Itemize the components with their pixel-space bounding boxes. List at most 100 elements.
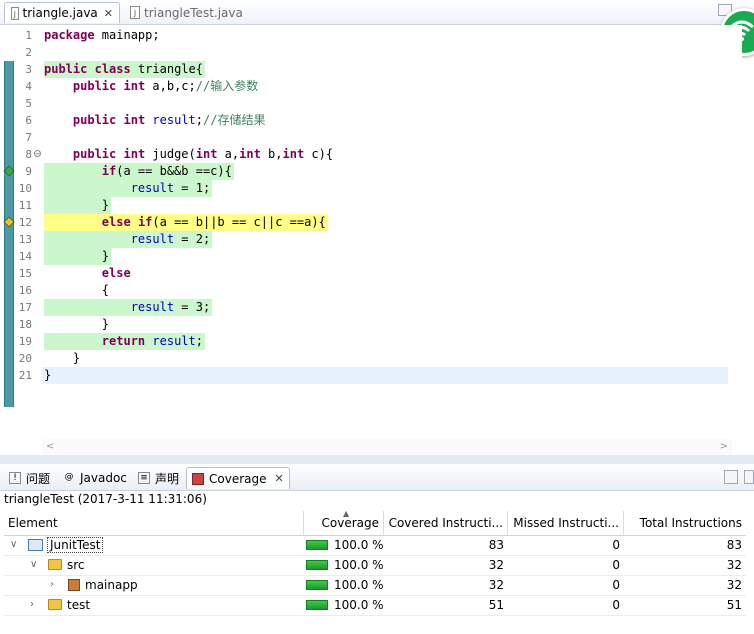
element-cell: src [48, 555, 85, 575]
close-icon[interactable]: ✕ [104, 7, 113, 20]
code-line[interactable]: 17 result = 3; [0, 299, 742, 316]
line-number: 19 [18, 335, 32, 348]
code-line[interactable]: 12 else if(a == b||b == c||c ==a){ [0, 214, 742, 231]
tab-triangle-java[interactable]: J triangle.java ✕ [4, 2, 120, 23]
code-text: } [44, 368, 52, 382]
line-number: 15 [18, 267, 32, 280]
code-line[interactable]: 4 public int a,b,c;//输入参数 [0, 78, 742, 95]
collapse-icon[interactable]: ∨ [30, 555, 37, 575]
code-text: public class triangle{ [44, 61, 205, 78]
expand-icon[interactable]: › [30, 595, 34, 615]
line-number: 16 [18, 284, 32, 297]
total-cell: 32 [726, 578, 742, 592]
tab-coverage[interactable]: Coverage ✕ [186, 467, 290, 489]
source-folder-icon [48, 559, 62, 570]
line-number: 21 [18, 369, 32, 382]
tab-declaration[interactable]: ≡ 声明 [133, 467, 184, 489]
tab-label: Javadoc [80, 471, 127, 485]
table-row[interactable]: ∨ JunitTest 100.0 % 83 0 83 [4, 535, 746, 556]
line-number: 8 [25, 148, 32, 161]
scroll-right-icon[interactable]: > [720, 441, 728, 452]
expand-icon[interactable]: › [50, 575, 54, 595]
scroll-left-icon[interactable]: < [46, 441, 54, 452]
code-text: } [44, 351, 81, 365]
coverage-icon [192, 472, 204, 485]
code-line[interactable]: 3 public class triangle{ [0, 61, 742, 78]
coverage-value: 100.0 % [334, 558, 384, 572]
code-line[interactable]: 14 } [0, 248, 742, 265]
package-icon [68, 579, 80, 591]
line-number: 10 [18, 182, 32, 195]
tab-label: triangleTest.java [144, 5, 243, 20]
covered-cell: 51 [488, 598, 504, 612]
tab-triangletest-java[interactable]: J triangleTest.java [124, 2, 254, 23]
column-header-covered[interactable]: Covered Instructi... [384, 511, 508, 535]
tab-problems[interactable]: ! 问题 [4, 467, 55, 489]
code-line[interactable]: 1 package mainapp; [0, 27, 742, 44]
code-line[interactable]: 10 result = 1; [0, 180, 742, 197]
java-file-icon: J [130, 6, 140, 19]
collapse-icon[interactable]: ∨ [10, 535, 17, 555]
code-text: } [44, 197, 112, 214]
total-cell: 83 [726, 538, 742, 552]
missed-cell: 0 [612, 538, 620, 552]
code-line[interactable]: 8− public int judge(int a,int b,int c){ [0, 146, 742, 163]
coverage-session-label: triangleTest (2017-3-11 11:31:06) [4, 492, 207, 506]
line-number: 13 [18, 233, 32, 246]
editor-tab-bar: J triangle.java ✕ J triangleTest.java [0, 0, 754, 25]
java-file-icon: J [11, 6, 19, 20]
line-number: 18 [18, 318, 32, 331]
code-line[interactable]: 9 if(a == b&&b ==c){ [0, 163, 742, 180]
coverage-cell: 100.0 % [306, 555, 384, 575]
code-text: else if(a == b||b == c||c ==a){ [44, 214, 328, 231]
element-cell: mainapp [68, 575, 138, 595]
table-row[interactable]: › mainapp 100.0 % 32 0 32 [4, 575, 746, 596]
code-text: } [44, 248, 112, 265]
view-sash[interactable] [0, 455, 754, 464]
code-line[interactable]: 13 result = 2; [0, 231, 742, 248]
declaration-icon: ≡ [138, 472, 150, 484]
column-header-element[interactable]: Element [4, 511, 304, 535]
horizontal-scrollbar[interactable]: < > [42, 439, 732, 455]
tab-label: Coverage [209, 471, 267, 486]
coverage-cell: 100.0 % [306, 595, 384, 615]
code-line[interactable]: 11 } [0, 197, 742, 214]
code-line[interactable]: 16 { [0, 282, 742, 299]
column-header-total[interactable]: Total Instructions [624, 511, 746, 535]
export-icon[interactable] [724, 470, 738, 484]
table-row[interactable]: ∨ src 100.0 % 32 0 32 [4, 555, 746, 576]
code-line[interactable]: 19 return result; [0, 333, 742, 350]
column-header-missed[interactable]: Missed Instructi... [508, 511, 624, 535]
problems-icon: ! [9, 472, 21, 484]
table-row[interactable]: › test 100.0 % 51 0 51 [4, 595, 746, 616]
code-editor[interactable]: 1 package mainapp; 2 3 public class triangle… [0, 25, 742, 455]
code-line[interactable]: 5 [0, 95, 742, 112]
code-text: public int a,b,c;//输入参数 [72, 79, 259, 93]
view-tab-bar: ! 问题 @ Javadoc ≡ 声明 Coverage ✕ [0, 464, 754, 491]
code-line[interactable]: 20 } [0, 350, 742, 367]
tab-javadoc[interactable]: @ Javadoc [58, 467, 132, 489]
coverage-bar [306, 540, 328, 550]
code-line[interactable]: 6 public int result;//存储结果 [0, 112, 742, 129]
covered-cell: 32 [488, 558, 504, 572]
close-icon[interactable]: ✕ [275, 472, 284, 485]
code-text: { [44, 283, 110, 297]
code-line[interactable]: 18 } [0, 316, 742, 333]
fold-icon[interactable]: − [34, 150, 41, 158]
line-number: 20 [18, 352, 32, 365]
code-line[interactable]: 21} [0, 367, 742, 384]
sort-arrow-icon: ▲ [343, 509, 350, 518]
total-cell: 51 [726, 598, 742, 612]
code-line[interactable]: 2 [0, 44, 742, 61]
code-line[interactable]: 15 else [0, 265, 742, 282]
element-label: JunitTest [47, 537, 104, 553]
line-number: 11 [18, 199, 32, 212]
branch-partial-icon [3, 216, 15, 228]
current-line-highlight [42, 367, 728, 384]
line-number: 6 [25, 114, 32, 127]
toolbar-more-icon[interactable] [744, 470, 754, 484]
covered-cell: 32 [488, 578, 504, 592]
coverage-bar [306, 580, 328, 590]
code-line[interactable]: 7 [0, 129, 742, 146]
